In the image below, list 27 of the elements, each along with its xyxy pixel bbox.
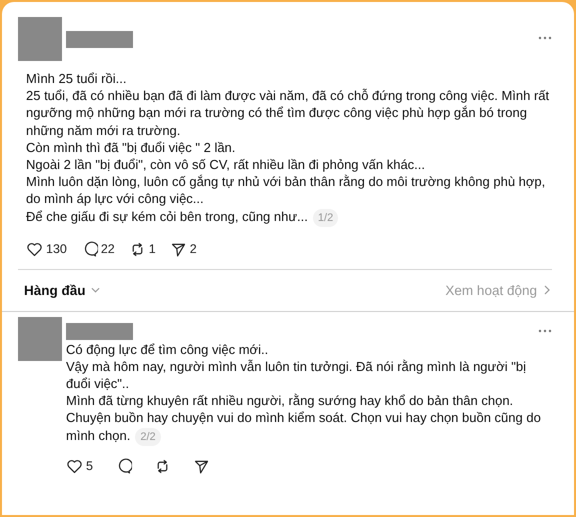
- post-text: Mình 25 tuổi rồi...: [26, 70, 128, 88]
- redacted-name: [66, 31, 133, 48]
- action-count: 130: [46, 242, 67, 256]
- action-count: 22: [100, 242, 115, 256]
- redacted-name: [66, 322, 133, 340]
- page-badge: 2/2: [135, 428, 161, 446]
- more-icon[interactable]: [538, 36, 552, 40]
- action-count: 2: [190, 242, 197, 256]
- reply-text: Có động lực để tìm công việc mới..: [66, 340, 270, 358]
- reply-text: Mình đã từng khuyên rất nhiều người, rằng sướng hay khổ do bản thân chọn. Chuyện buồn hay chuyện vui do mình kiểm soát. Chọn vui hay chọn buồn cũng do mình chọn. 2/2: [66, 392, 546, 446]
- chevron-down-icon: [90, 287, 100, 294]
- post-text: Ngoài 2 lần "bị đuổi", còn vô số CV, rất nhiều lần đi phỏng vấn khác...: [26, 156, 426, 174]
- avatar-placeholder: [18, 17, 62, 61]
- chevron-right-icon: [544, 285, 550, 296]
- avatar-placeholder: [18, 316, 62, 361]
- sort-dropdown[interactable]: Hàng đầu: [24, 282, 100, 298]
- action-count: 1: [148, 242, 156, 256]
- post-text: Còn mình thì đã "bị đuổi việc " 2 lần.: [26, 138, 236, 156]
- post-text: Mình luôn dặn lòng, luôn cố gắng tự nhủ với bản thân rằng do môi trường không phù hợp, do mình áp lực với công việc...: [26, 173, 546, 208]
- post-text: Để che giấu đi sự kém cỏi bên trong, cũng như... 1/2: [26, 208, 552, 227]
- heart-icon[interactable]: [66, 458, 83, 475]
- action-count: 5: [86, 459, 93, 474]
- more-icon[interactable]: [538, 328, 552, 333]
- heart-icon[interactable]: [26, 240, 43, 258]
- reply-text: Vậy mà hôm nay, người mình vẫn luôn tin tưởngi. Đã nói rằng mình là người "bị đuổi việc"..: [66, 358, 528, 392]
- post-text: 25 tuổi, đã có nhiều bạn đã đi làm được vài năm, đã có chỗ đứng trong công việc. Mình rất ngưỡng mộ những bạn mới ra trường có thể tìm được công việc phù hợp gắn bó trong những năm mới ra trường.: [26, 87, 550, 139]
- page-badge: 1/2: [312, 208, 338, 227]
